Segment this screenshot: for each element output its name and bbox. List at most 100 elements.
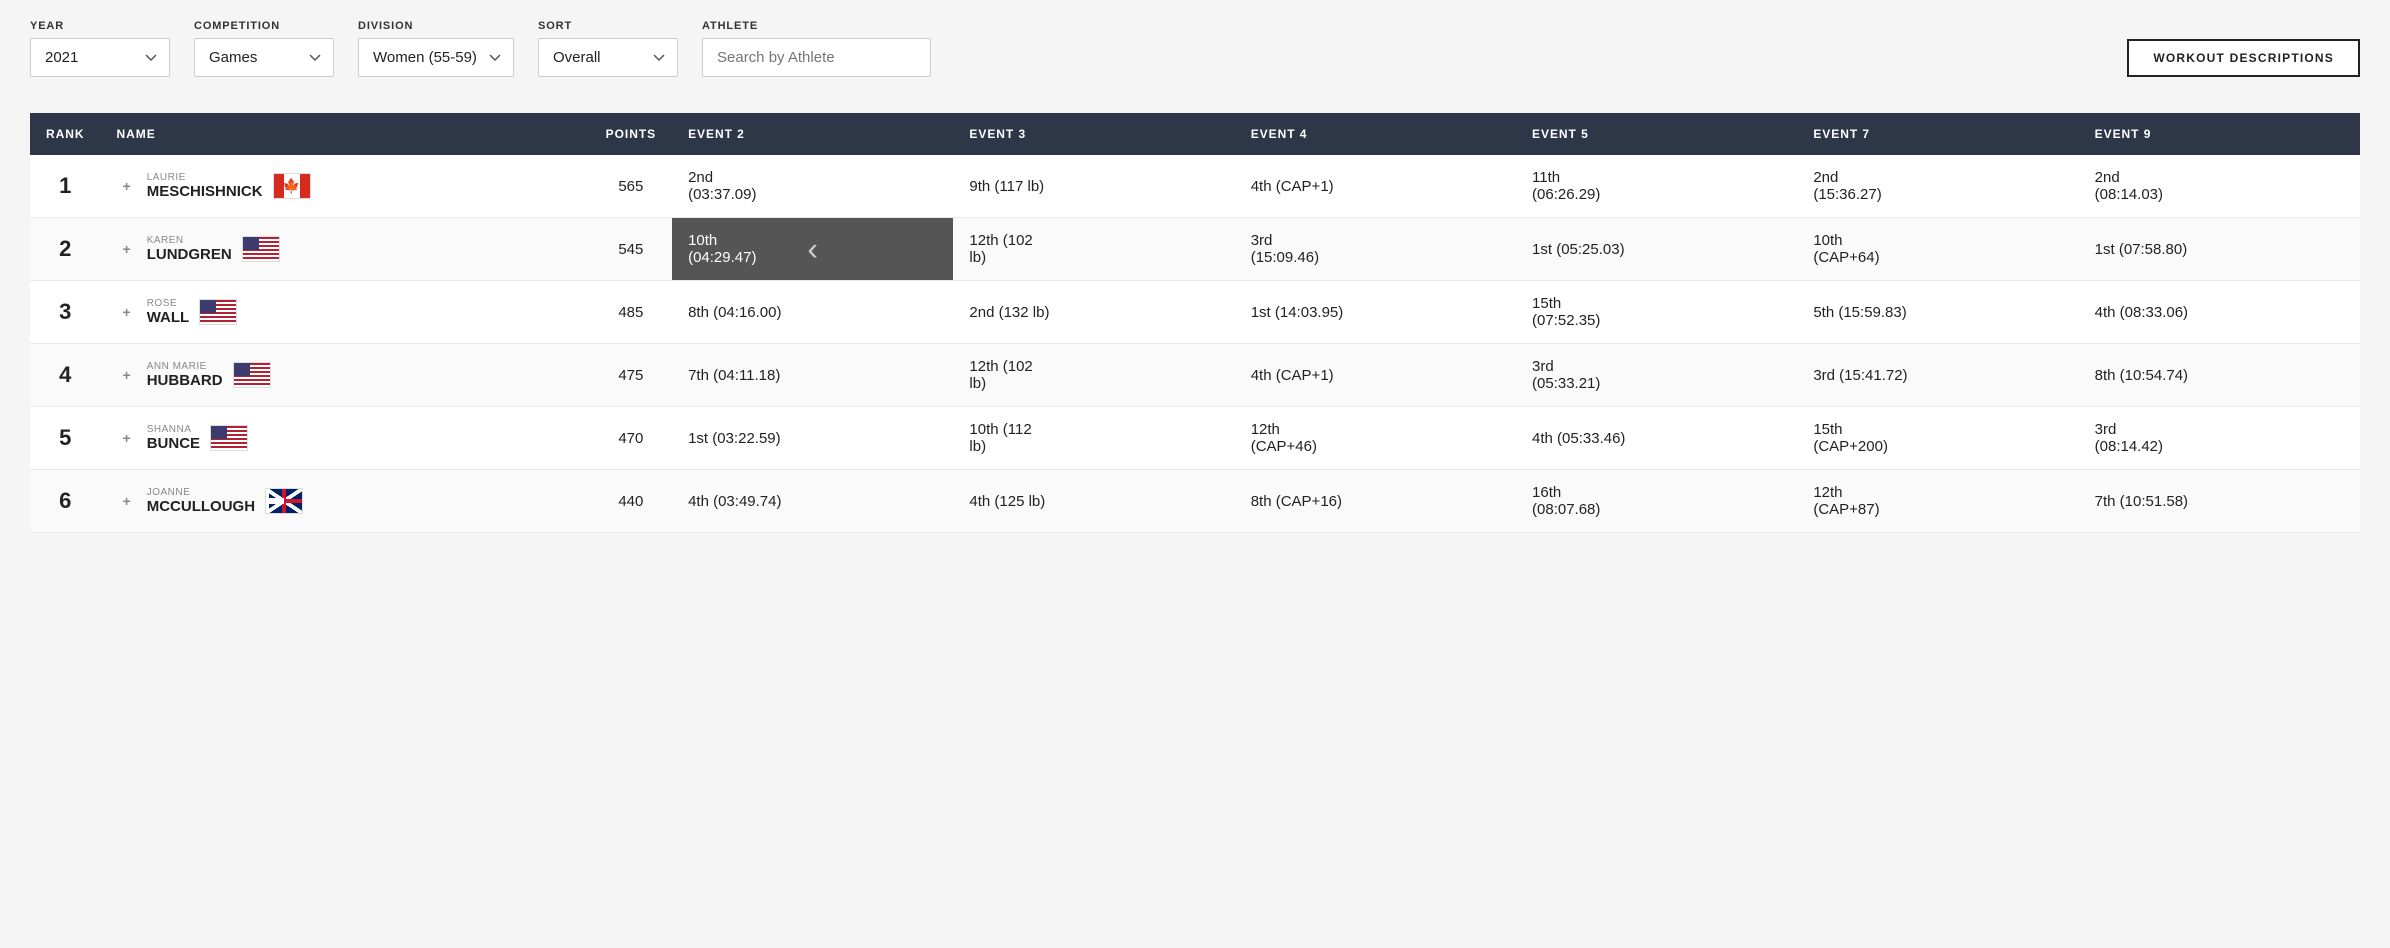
rank-cell: 2	[30, 218, 101, 281]
flag-icon	[210, 425, 248, 451]
chevron-left-icon: ‹	[807, 231, 818, 268]
flag-icon	[199, 299, 237, 325]
header-event9: EVENT 9	[2079, 113, 2360, 155]
athlete-last-name: BUNCE	[147, 435, 200, 452]
sort-filter-group: SORT Overall	[538, 20, 678, 77]
event-value: 1st (07:58.80)	[2095, 241, 2188, 258]
event9-cell: 8th (10:54.74)	[2079, 344, 2360, 407]
event5-cell: 4th (05:33.46)	[1516, 407, 1797, 470]
event3-cell: 12th (102 lb)	[953, 218, 1234, 281]
event-value: 10th (112 lb)	[969, 421, 1031, 455]
event5-cell: 11th (06:26.29)	[1516, 155, 1797, 218]
athlete-first-name: SHANNA	[147, 424, 200, 435]
event-value: 3rd (15:41.72)	[1813, 367, 1907, 384]
flag-icon: 🍁	[273, 173, 311, 199]
event-value: 3rd (05:33.21)	[1532, 358, 1600, 392]
expand-button[interactable]: +	[117, 428, 137, 448]
name-cell: + SHANNA BUNCE	[101, 407, 590, 470]
competition-select[interactable]: Games	[194, 38, 334, 77]
event-value: 8th (04:16.00)	[688, 304, 781, 321]
rank-cell: 5	[30, 407, 101, 470]
athlete-name-block: KAREN LUNDGREN	[147, 235, 232, 263]
athlete-last-name: HUBBARD	[147, 372, 223, 389]
event-value: 4th (CAP+1)	[1251, 178, 1334, 195]
event-value: 12th (CAP+87)	[1813, 484, 1879, 518]
event5-cell: 3rd (05:33.21)	[1516, 344, 1797, 407]
table-row: 2 + KAREN LUNDGREN 54510th (04:29.47)‹12…	[30, 218, 2360, 281]
event-value: 4th (CAP+1)	[1251, 367, 1334, 384]
table-row: 6 + JOANNE MCCULLOUGH 4404th (03:49.74)4…	[30, 470, 2360, 533]
event-value: 4th (08:33.06)	[2095, 304, 2188, 321]
expand-button[interactable]: +	[117, 491, 137, 511]
expand-button[interactable]: +	[117, 365, 137, 385]
athlete-last-name: MESCHISHNICK	[147, 183, 263, 200]
athlete-last-name: MCCULLOUGH	[147, 498, 255, 515]
event-value: 4th (125 lb)	[969, 493, 1045, 510]
event4-cell: 12th (CAP+46)	[1235, 407, 1516, 470]
event-value: 8th (CAP+16)	[1251, 493, 1342, 510]
event4-cell: 4th (CAP+1)	[1235, 155, 1516, 218]
event-value: 1st (14:03.95)	[1251, 304, 1344, 321]
division-filter-group: DIVISION Women (55-59)	[358, 20, 514, 77]
event4-cell: 8th (CAP+16)	[1235, 470, 1516, 533]
event7-cell: 2nd (15:36.27)	[1797, 155, 2078, 218]
athlete-last-name: LUNDGREN	[147, 246, 232, 263]
expand-button[interactable]: +	[117, 176, 137, 196]
event5-cell: 1st (05:25.03)	[1516, 218, 1797, 281]
event-value: 15th (07:52.35)	[1532, 295, 1600, 329]
event3-cell: 2nd (132 lb)	[953, 281, 1234, 344]
table-row: 4 + ANN MARIE HUBBARD 4757th (04:11.18) 1…	[30, 344, 2360, 407]
division-label: DIVISION	[358, 20, 514, 32]
event9-cell: 3rd (08:14.42)	[2079, 407, 2360, 470]
event2-cell: 1st (03:22.59)	[672, 407, 953, 470]
year-filter-group: YEAR 2021	[30, 20, 170, 77]
rank-cell: 4	[30, 344, 101, 407]
table-row: 1 + LAURIE MESCHISHNICK 🍁 5652nd (03:37.…	[30, 155, 2360, 218]
event-value: 3rd (08:14.42)	[2095, 421, 2163, 455]
division-select[interactable]: Women (55-59)	[358, 38, 514, 77]
event7-cell: 3rd (15:41.72)	[1797, 344, 2078, 407]
event2-cell: 4th (03:49.74)	[672, 470, 953, 533]
event2-cell: 7th (04:11.18)	[672, 344, 953, 407]
event-value: 7th (10:51.58)	[2095, 493, 2188, 510]
event-value: 16th (08:07.68)	[1532, 484, 1600, 518]
expand-button[interactable]: +	[117, 302, 137, 322]
event-value: 4th (03:49.74)	[688, 493, 781, 510]
athlete-name-block: ROSE WALL	[147, 298, 190, 326]
event-value: 12th (CAP+46)	[1251, 421, 1317, 455]
athlete-first-name: LAURIE	[147, 172, 263, 183]
expand-button[interactable]: +	[117, 239, 137, 259]
header-rank: RANK	[30, 113, 101, 155]
flag-icon	[242, 236, 280, 262]
name-cell: + JOANNE MCCULLOUGH	[101, 470, 590, 533]
rank-cell: 6	[30, 470, 101, 533]
event7-cell: 10th (CAP+64)	[1797, 218, 2078, 281]
athlete-search-input[interactable]	[702, 38, 931, 77]
event-value: 4th (05:33.46)	[1532, 430, 1625, 447]
event3-cell: 10th (112 lb)	[953, 407, 1234, 470]
event-value: 9th (117 lb)	[969, 178, 1044, 195]
event3-cell: 9th (117 lb)	[953, 155, 1234, 218]
year-select[interactable]: 2021	[30, 38, 170, 77]
event-value: 2nd (15:36.27)	[1813, 169, 1881, 203]
name-cell: + ROSE WALL	[101, 281, 590, 344]
sort-select[interactable]: Overall	[538, 38, 678, 77]
event9-cell: 1st (07:58.80)	[2079, 218, 2360, 281]
event4-cell: 3rd (15:09.46)	[1235, 218, 1516, 281]
points-cell: 475	[590, 344, 672, 407]
athlete-first-name: ANN MARIE	[147, 361, 223, 372]
event3-cell: 4th (125 lb)	[953, 470, 1234, 533]
event9-cell: 4th (08:33.06)	[2079, 281, 2360, 344]
athlete-filter-group: ATHLETE	[702, 20, 931, 77]
event-value: 12th (102 lb)	[969, 358, 1032, 392]
event5-cell: 15th (07:52.35)	[1516, 281, 1797, 344]
header-event5: EVENT 5	[1516, 113, 1797, 155]
competition-label: COMPETITION	[194, 20, 334, 32]
athlete-first-name: KAREN	[147, 235, 232, 246]
event-value: 12th (102 lb)	[969, 232, 1032, 266]
athlete-name-block: JOANNE MCCULLOUGH	[147, 487, 255, 515]
event-value: 10th (04:29.47)	[688, 232, 756, 266]
event-value: 2nd (03:37.09)	[688, 169, 756, 203]
event-value: 10th (CAP+64)	[1813, 232, 1879, 266]
workout-descriptions-button[interactable]: WORKOUT DESCRIPTIONS	[2127, 39, 2360, 77]
